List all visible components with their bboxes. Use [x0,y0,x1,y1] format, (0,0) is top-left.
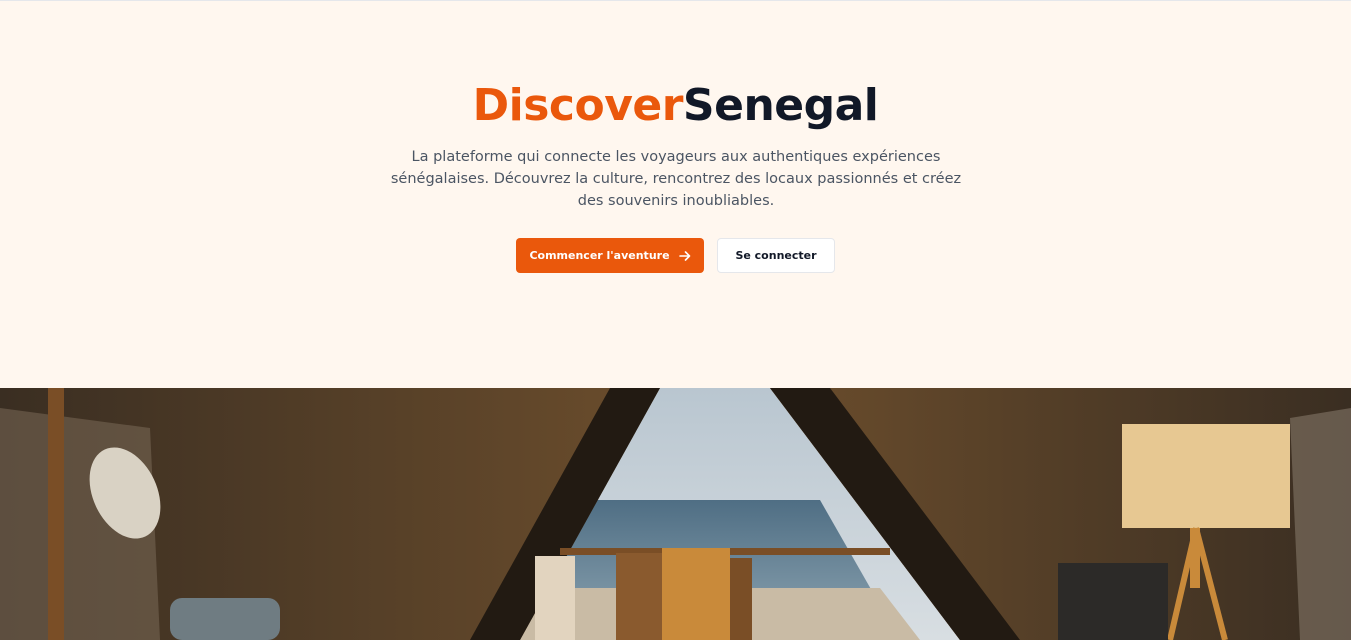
start-adventure-button[interactable]: Commencer l'aventure [516,238,704,273]
hero-image-tent-beach [0,388,1351,640]
login-button[interactable]: Se connecter [717,238,835,273]
hero-title-main: Senegal [682,80,879,131]
hero-title-accent: Discover [472,80,684,131]
hero-title: DiscoverSenegal [0,75,1351,137]
arrow-right-icon [678,250,691,262]
login-label: Se connecter [735,249,817,262]
start-adventure-label: Commencer l'aventure [529,249,670,262]
hero-description: La plateforme qui connecte les voyageurs… [390,149,962,209]
hero-section: DiscoverSenegal La plateforme qui connec… [0,1,1351,388]
